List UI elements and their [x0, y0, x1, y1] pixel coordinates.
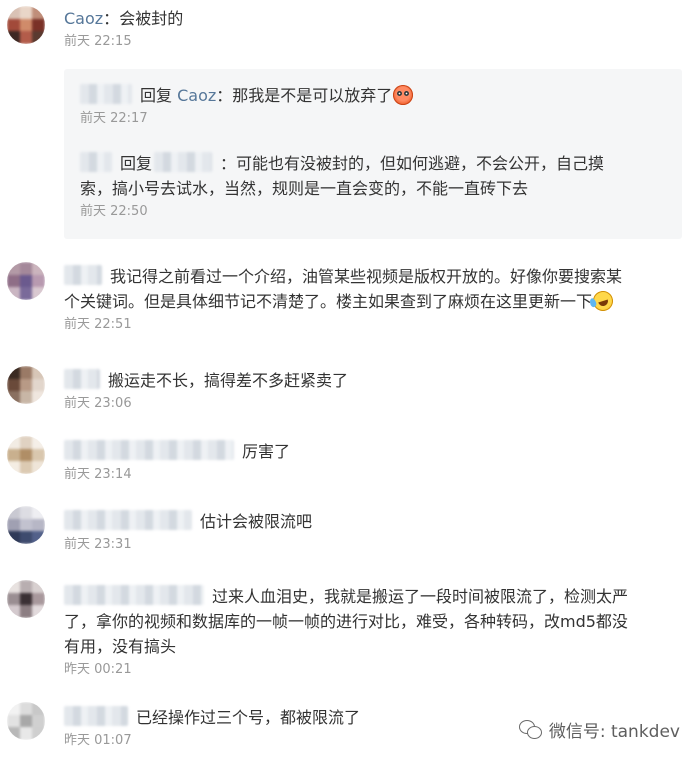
reply-body: 那我是不是可以放弃了: [232, 86, 393, 105]
avatar[interactable]: [7, 702, 45, 740]
blurred-username[interactable]: [64, 265, 102, 285]
comment-item: 我记得之前看过一个介绍，油管某些视频是版权开放的。好像你要搜索某 个关键词。但是…: [0, 262, 700, 342]
reply-time: 前天 22:17: [80, 111, 148, 126]
reply-word: 回复: [140, 86, 173, 105]
blurred-username[interactable]: [154, 152, 213, 172]
reply-word: 回复: [120, 154, 153, 173]
comment-time: 前天 23:31: [64, 537, 132, 552]
avatar[interactable]: [7, 366, 45, 404]
comment-body-line2: 了，拿你的视频和数据库的一帧一帧的进行对比，难受，各种转码，改md5都没: [64, 612, 628, 631]
comment-body-line2: 个关键词。但是具体细节记不清楚了。楼主如果查到了麻烦在这里更新一下: [64, 292, 593, 311]
comment-body: 估计会被限流吧: [200, 512, 313, 531]
comment-body-line1: 过来人血泪史，我就是搬运了一段时间被限流了，检测太严: [212, 587, 629, 606]
reply-text: 回复 Caoz：那我是不是可以放弃了: [80, 83, 666, 108]
avatar[interactable]: [7, 580, 45, 618]
comment-body: 厉害了: [242, 442, 291, 461]
reply-body-line1: 可能也有没被封的，但如何逃避，不会公开，自己摸: [236, 154, 605, 173]
reply-box: 回复 Caoz：那我是不是可以放弃了 前天 22:17 回复 ：可能也有没被封的，…: [64, 69, 682, 239]
comment-time: 前天 23:06: [64, 396, 132, 411]
comment-body-line3: 有用，没有搞头: [64, 637, 177, 656]
blurred-username[interactable]: [80, 84, 132, 104]
reply-item: 回复 Caoz：那我是不是可以放弃了 前天 22:17: [80, 83, 666, 128]
username-link[interactable]: Caoz: [177, 86, 216, 105]
flushed-face-emoji-icon: [393, 85, 414, 105]
reply-body-line2: 索，搞小号去试水，当然，规则是一直会变的，不能一直砖下去: [80, 179, 529, 198]
comment-text: 厉害了: [64, 439, 686, 464]
comment-text: 过来人血泪史，我就是搬运了一段时间被限流了，检测太严: [64, 584, 686, 609]
comment-item: 搬运走不长，搞得差不多赶紧卖了 前天 23:06: [0, 366, 700, 416]
comment-body-line1: 我记得之前看过一个介绍，油管某些视频是版权开放的。好像你要搜索某: [110, 267, 623, 286]
comment-item: 过来人血泪史，我就是搬运了一段时间被限流了，检测太严 了，拿你的视频和数据库的一…: [0, 580, 700, 680]
username-link[interactable]: Caoz: [64, 9, 103, 28]
watermark-label: 微信号: tankdev: [548, 722, 680, 742]
avatar[interactable]: [7, 506, 45, 544]
avatar[interactable]: [7, 262, 45, 300]
comment-body: 会被封的: [119, 9, 184, 28]
comment-text: Caoz：会被封的: [64, 9, 184, 28]
reply-text: 回复 ：可能也有没被封的，但如何逃避，不会公开，自己摸: [80, 151, 666, 176]
reply-item: 回复 ：可能也有没被封的，但如何逃避，不会公开，自己摸 索，搞小号去试水，当然，规…: [80, 151, 666, 221]
blurred-username[interactable]: [64, 585, 204, 605]
comment-text: 搬运走不长，搞得差不多赶紧卖了: [64, 368, 686, 393]
comment-feed: Caoz：会被封的 前天 22:15 回复 Caoz：那我是不是可以放弃了 前天…: [0, 0, 700, 760]
comment-text: 估计会被限流吧: [64, 509, 686, 534]
comment-time: 前天 22:51: [64, 317, 132, 332]
comment-item: Caoz：会被封的 前天 22:15 回复 Caoz：那我是不是可以放弃了 前天…: [0, 6, 700, 246]
avatar[interactable]: [7, 436, 45, 474]
rolling-laughing-emoji-icon: [590, 288, 616, 314]
comment-item: 厉害了 前天 23:14: [0, 436, 700, 486]
wechat-icon: [518, 719, 543, 740]
blurred-username[interactable]: [80, 152, 112, 172]
comment-text: 我记得之前看过一个介绍，油管某些视频是版权开放的。好像你要搜索某: [64, 264, 686, 289]
comment-body: 已经操作过三个号，都被限流了: [136, 708, 361, 727]
comment-time: 前天 22:15: [64, 34, 132, 49]
comment-body: 搬运走不长，搞得差不多赶紧卖了: [108, 371, 349, 390]
blurred-username[interactable]: [64, 510, 192, 530]
blurred-username[interactable]: [64, 706, 128, 726]
comment-time: 前天 23:14: [64, 467, 132, 482]
blurred-username[interactable]: [64, 369, 100, 389]
comment-text-cont: 个关键词。但是具体细节记不清楚了。楼主如果查到了麻烦在这里更新一下: [64, 288, 686, 314]
reply-time: 前天 22:50: [80, 204, 148, 219]
wechat-watermark: 微信号: tankdev: [518, 717, 680, 742]
blurred-username[interactable]: [64, 440, 234, 460]
comment-item: 估计会被限流吧 前天 23:31: [0, 506, 700, 556]
comment-time: 昨天 00:21: [64, 662, 132, 677]
avatar[interactable]: [7, 6, 45, 44]
